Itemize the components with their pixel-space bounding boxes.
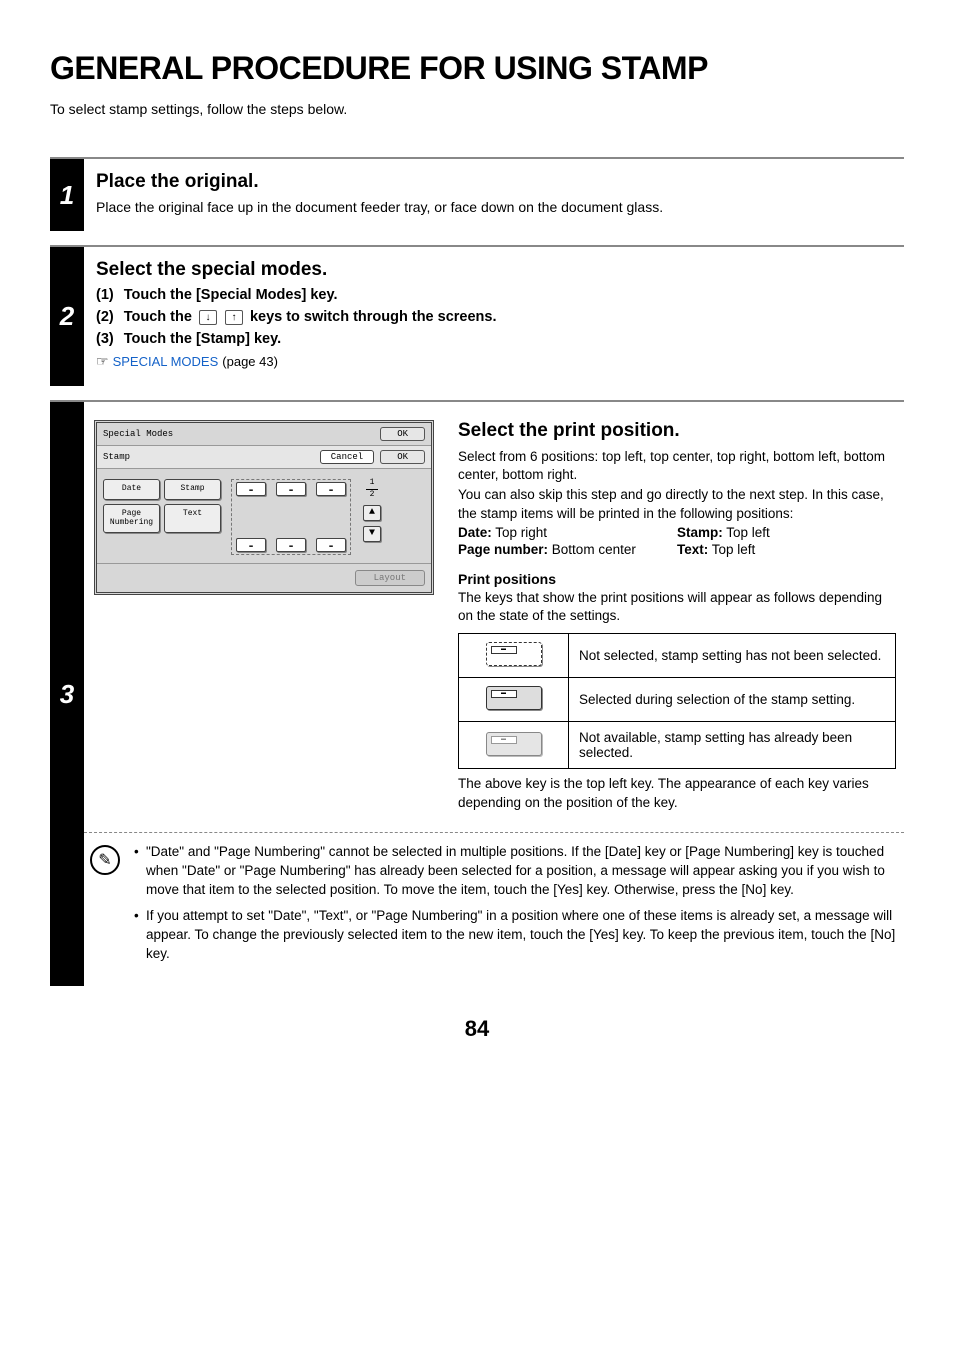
step1-text: Place the original face up in the docume… [96,199,900,215]
step-2: 2 Select the special modes. (1) Touch th… [50,245,904,386]
ok-button[interactable]: OK [380,427,425,441]
pos-top-right[interactable]: ▬ [316,482,346,496]
text-button[interactable]: Text [164,504,221,534]
pointer-icon: ☞ [96,353,109,370]
key-unavailable-icon: ▬ [486,732,542,756]
page-indicator: 1 2 [366,479,378,500]
substep-3: (3) Touch the [Stamp] key. [96,331,900,347]
note-1: "Date" and "Page Numbering" cannot be se… [134,843,898,900]
screen-subtitle: Stamp [103,452,130,462]
page-numbering-button[interactable]: Page Numbering [103,504,160,534]
stamp-button[interactable]: Stamp [164,479,221,500]
step-3: 3 Special Modes OK Stamp Cancel OK [50,400,904,986]
ok-button-2[interactable]: OK [380,450,425,464]
down-arrow-key-icon: ↓ [199,310,217,325]
substep-1: (1) Touch the [Special Modes] key. [96,287,900,303]
print-positions-text: The keys that show the print positions w… [458,589,896,625]
step2-heading: Select the special modes. [96,259,900,281]
divider [84,832,904,833]
key-selected-icon: ▬ [486,686,542,710]
page-title: GENERAL PROCEDURE FOR USING STAMP [50,50,904,87]
step3-heading: Select the print position. [458,420,896,442]
note-2: If you attempt to set "Date", "Text", or… [134,907,898,964]
screen-title: Special Modes [103,429,173,439]
scroll-up-button[interactable]: ▲ [363,505,381,521]
pos-top-center[interactable]: ▬ [276,482,306,496]
page-number: 84 [50,1016,904,1042]
pos-bottom-left[interactable]: ▬ [236,538,266,552]
date-button[interactable]: Date [103,479,160,500]
pos-bottom-right[interactable]: ▬ [316,538,346,552]
layout-button[interactable]: Layout [355,570,425,586]
note-icon: ✎ [90,845,120,875]
intro-text: To select stamp settings, follow the ste… [50,101,904,117]
notes-block: ✎ "Date" and "Page Numbering" cannot be … [84,843,904,986]
step-1: 1 Place the original. Place the original… [50,157,904,231]
crossref: ☞ SPECIAL MODES (page 43) [96,353,900,370]
up-arrow-key-icon: ↑ [225,310,243,325]
substep-2: (2) Touch the ↓ ↑ keys to switch through… [96,309,900,325]
pos-top-left[interactable]: ▬ [236,482,266,496]
step-number: 2 [50,247,84,386]
position-key-table: ▬ Not selected, stamp setting has not be… [458,633,896,769]
print-positions-heading: Print positions [458,571,896,587]
step1-heading: Place the original. [96,171,900,193]
step3-postnote: The above key is the top left key. The a… [458,775,896,811]
pos-bottom-center[interactable]: ▬ [276,538,306,552]
printer-screen: Special Modes OK Stamp Cancel OK Date [94,420,434,595]
scroll-down-button[interactable]: ▼ [363,526,381,542]
cancel-button[interactable]: Cancel [320,450,374,464]
step-number: 1 [50,159,84,231]
defaults-list: Date: Top right Stamp: Top left Page num… [458,525,896,557]
position-canvas: ▬ ▬ ▬ ▬ ▬ ▬ [231,479,351,555]
step-number: 3 [50,402,84,986]
step3-para1: Select from 6 positions: top left, top c… [458,448,896,484]
key-not-selected-icon: ▬ [486,642,542,666]
step3-para2: You can also skip this step and go direc… [458,486,896,522]
special-modes-link[interactable]: SPECIAL MODES [113,354,219,369]
